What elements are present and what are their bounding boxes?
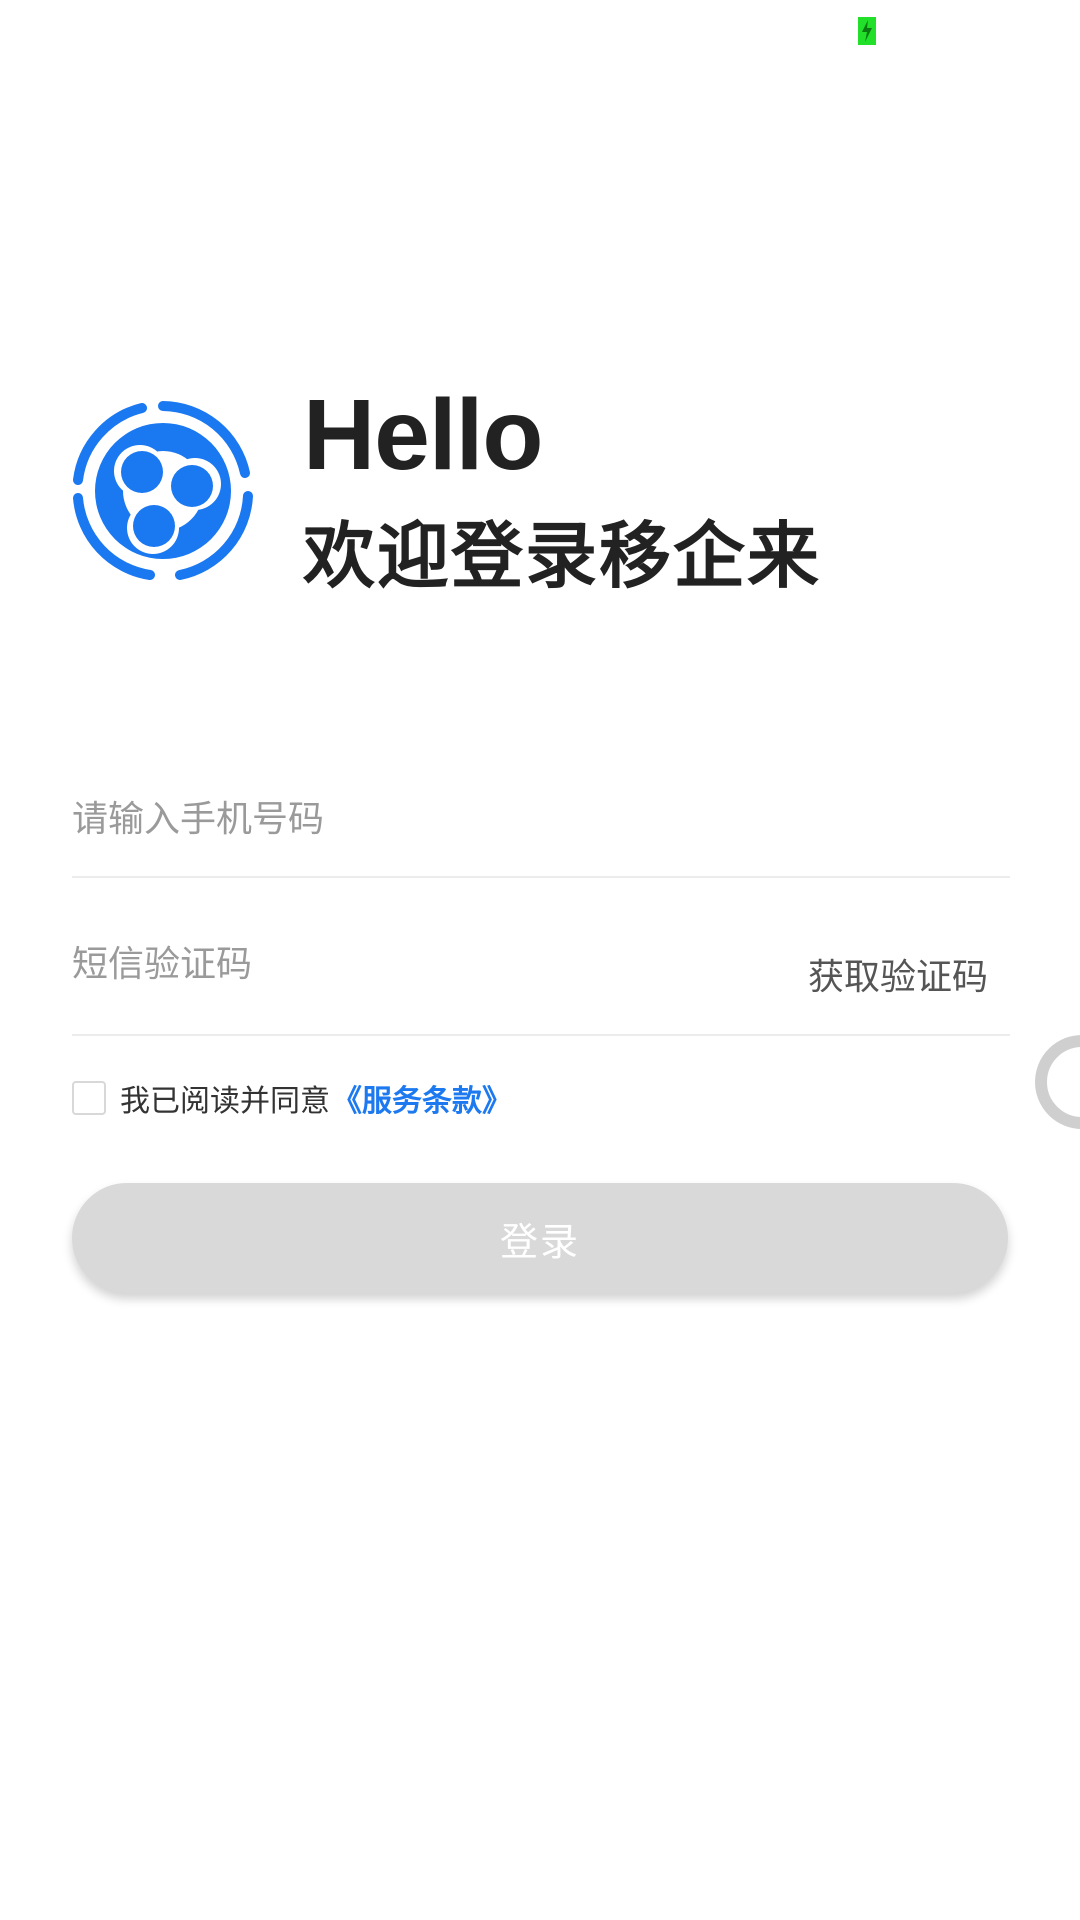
phone-input[interactable] (72, 766, 1010, 872)
app-logo-icon (73, 401, 253, 580)
greeting-title: Hello (303, 379, 543, 491)
agreement-text: 我已阅读并同意 (120, 1084, 330, 1119)
terms-link[interactable]: 《服务条款》 (332, 1076, 512, 1120)
battery-charging-icon (858, 17, 876, 45)
agreement-row: 我已阅读并同意 《服务条款》 (72, 1076, 512, 1120)
sms-code-input[interactable] (72, 906, 672, 1022)
floating-assistive-button[interactable] (1035, 1035, 1080, 1129)
sms-code-field: 获取验证码 (72, 906, 1010, 1036)
welcome-subtitle: 欢迎登录移企来 (303, 514, 822, 598)
get-code-button[interactable]: 获取验证码 (808, 948, 988, 1000)
phone-field (72, 766, 1010, 878)
login-button[interactable]: 登录 (72, 1183, 1008, 1293)
agreement-checkbox[interactable] (72, 1081, 106, 1115)
status-bar (0, 0, 1080, 60)
